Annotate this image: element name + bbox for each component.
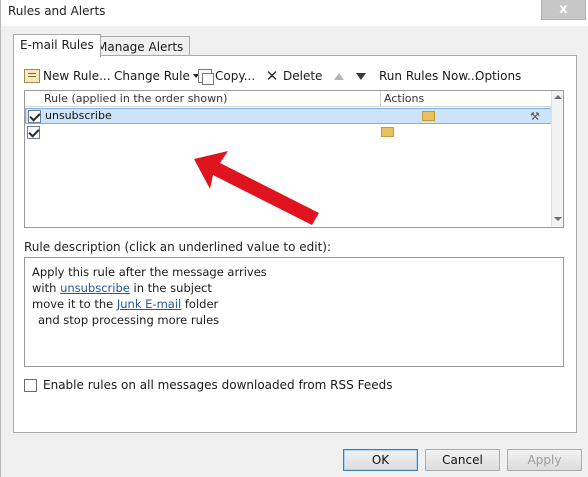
rule-row-unsubscribe[interactable]: unsubscribe ⚒ [25, 108, 552, 124]
tab-email-rules[interactable]: E-mail Rules [13, 34, 101, 57]
move-up-icon [334, 72, 344, 80]
apply-button[interactable]: Apply [507, 449, 582, 471]
change-rule-label: Change Rule [114, 69, 190, 83]
delete-x-icon: ✕ [265, 67, 279, 85]
options-label: Options [475, 69, 522, 83]
copy-label: Copy... [215, 69, 256, 83]
annotation-arrow-shape [194, 151, 319, 225]
annotation-arrow-icon [194, 151, 319, 225]
column-header-rule[interactable]: Rule (applied in the order shown) [44, 92, 227, 105]
rss-rules-checkbox[interactable] [24, 378, 37, 392]
rule-enabled-checkbox[interactable] [27, 126, 40, 139]
rss-rules-option[interactable]: Enable rules on all messages downloaded … [24, 377, 392, 393]
target-folder-link[interactable]: Junk E-mail [117, 297, 181, 311]
rules-and-alerts-dialog: Rules and Alerts x E-mail Rules Manage A… [0, 0, 588, 477]
rules-list-scrollbar[interactable] [551, 91, 563, 227]
window-title: Rules and Alerts [8, 4, 106, 18]
title-bar: Rules and Alerts x [1, 0, 588, 26]
description-line-3: move it to the Junk E-mail folder [32, 297, 219, 311]
rule-row-2[interactable] [25, 125, 552, 141]
close-icon: x [559, 2, 568, 17]
rule-description-label: Rule description (click an underlined va… [24, 240, 332, 254]
email-rules-panel: New Rule... Change Rule Copy... ✕ Delete [13, 55, 577, 433]
ok-button[interactable]: OK [343, 449, 418, 471]
rule-description-box: Apply this rule after the message arrive… [24, 257, 564, 367]
scroll-up-icon[interactable] [554, 95, 562, 99]
rule-enabled-checkbox[interactable] [28, 110, 41, 123]
options-button[interactable]: Options [475, 66, 521, 86]
close-button[interactable]: x [541, 0, 586, 20]
new-rule-label: New Rule... [43, 69, 111, 83]
description-line-1: Apply this rule after the message arrive… [32, 265, 267, 279]
scroll-down-icon[interactable] [554, 217, 562, 221]
rules-list-header: Rule (applied in the order shown) Action… [25, 91, 552, 107]
column-header-actions[interactable]: Actions [380, 91, 552, 107]
envelope-action-icon [381, 127, 394, 137]
subject-keyword-link[interactable]: unsubscribe [60, 281, 130, 295]
description-line-4: and stop processing more rules [38, 313, 220, 327]
run-rules-now-label: Run Rules Now... [379, 69, 479, 83]
move-down-button[interactable] [356, 66, 366, 86]
new-rule-button[interactable]: New Rule... [24, 66, 111, 86]
run-rules-now-button[interactable]: Run Rules Now... [379, 66, 479, 86]
delete-rule-button[interactable]: ✕ Delete [264, 66, 323, 86]
new-rule-icon [24, 69, 40, 83]
move-to-folder-action-icon [422, 111, 435, 121]
description-line-2: with unsubscribe in the subject [32, 281, 212, 295]
move-up-button[interactable] [334, 66, 344, 86]
rules-toolbar: New Rule... Change Rule Copy... ✕ Delete [24, 66, 564, 86]
cancel-button[interactable]: Cancel [425, 449, 500, 471]
copy-rule-button[interactable]: Copy... [198, 66, 255, 86]
stop-processing-action-icon: ⚒ [530, 110, 540, 123]
tab-manage-alerts[interactable]: Manage Alerts [90, 36, 191, 56]
move-down-icon [356, 72, 366, 80]
change-rule-button[interactable]: Change Rule [114, 66, 199, 86]
copy-icon [198, 69, 214, 85]
rss-rules-label: Enable rules on all messages downloaded … [43, 378, 393, 392]
rule-name: unsubscribe [45, 109, 112, 122]
delete-label: Delete [283, 69, 323, 83]
